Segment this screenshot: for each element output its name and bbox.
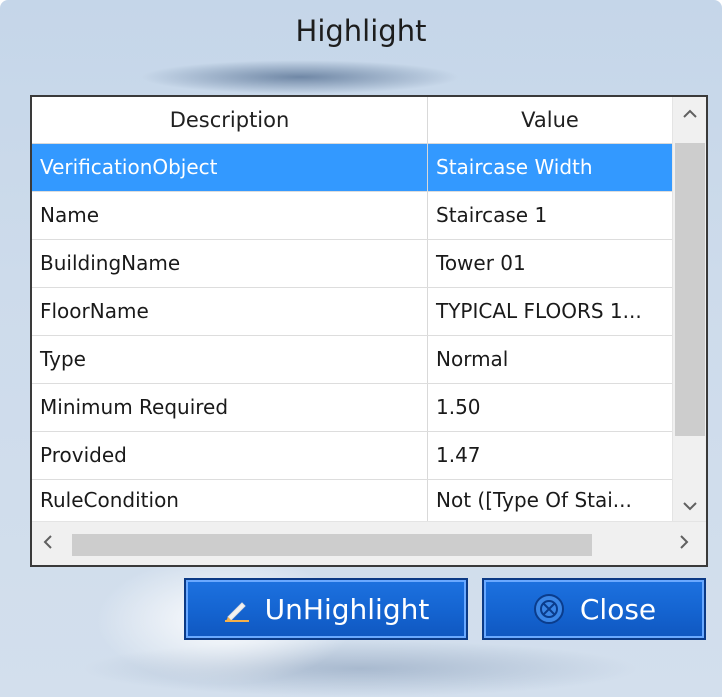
title-bar[interactable]: Highlight (0, 0, 722, 80)
close-label: Close (579, 592, 657, 626)
row-value: Normal (436, 347, 509, 371)
scroll-down-icon[interactable] (673, 497, 706, 520)
close-button[interactable]: Close (482, 578, 706, 640)
scroll-right-icon[interactable] (674, 530, 694, 559)
pencil-icon (223, 595, 251, 623)
highlight-dialog: Highlight Description Value Verification… (0, 0, 722, 697)
vertical-scrollbar[interactable] (672, 97, 706, 521)
table-row[interactable]: Minimum Required 1.50 (32, 384, 672, 432)
header-value[interactable]: Value (428, 97, 672, 143)
unhighlight-button[interactable]: UnHighlight (184, 578, 468, 640)
row-value: Staircase 1 (436, 203, 548, 227)
table-row[interactable]: Provided 1.47 (32, 432, 672, 480)
row-description: Minimum Required (32, 384, 428, 431)
vertical-scroll-thumb[interactable] (675, 143, 705, 436)
row-value: TYPICAL FLOORS 1... (436, 299, 642, 323)
property-grid: Description Value VerificationObject Sta… (30, 95, 708, 567)
row-value: 1.50 (436, 395, 481, 419)
table-row[interactable]: BuildingName Tower 01 (32, 240, 672, 288)
row-description: FloorName (32, 288, 428, 335)
row-description: Type (32, 336, 428, 383)
dialog-title: Highlight (295, 14, 427, 48)
row-value: 1.47 (436, 443, 481, 467)
table-row[interactable]: RuleCondition Not ([Type Of Stai... (32, 480, 672, 521)
horizontal-scroll-thumb[interactable] (72, 534, 592, 556)
row-description: Provided (32, 432, 428, 479)
horizontal-scrollbar[interactable] (32, 521, 706, 565)
header-description[interactable]: Description (32, 97, 428, 143)
row-description: BuildingName (32, 240, 428, 287)
row-value: Tower 01 (436, 251, 526, 275)
circle-icon (532, 592, 566, 626)
table-row[interactable]: Name Staircase 1 (32, 192, 672, 240)
row-value: Not ([Type Of Stai... (436, 488, 632, 512)
table-row[interactable]: FloorName TYPICAL FLOORS 1... (32, 288, 672, 336)
table-row[interactable]: VerificationObject Staircase Width (32, 144, 672, 192)
row-value: Staircase Width (436, 155, 593, 179)
unhighlight-label: UnHighlight (264, 592, 430, 626)
row-description: VerificationObject (32, 144, 428, 191)
grid-header: Description Value (32, 97, 672, 144)
row-description: Name (32, 192, 428, 239)
row-description: RuleCondition (32, 480, 428, 521)
scroll-up-icon[interactable] (673, 105, 706, 128)
scroll-left-icon[interactable] (38, 530, 58, 559)
table-row[interactable]: Type Normal (32, 336, 672, 384)
